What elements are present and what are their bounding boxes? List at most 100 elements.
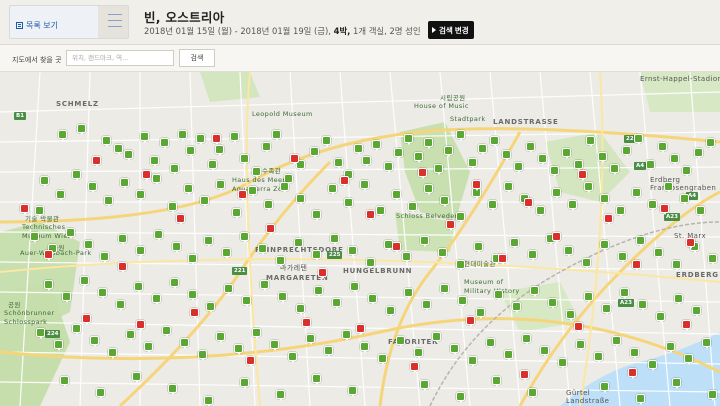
hotel-marker-green[interactable] [502, 150, 511, 161]
hotel-marker-green[interactable] [276, 256, 285, 267]
hotel-marker-green[interactable] [40, 176, 49, 187]
hotel-marker-green[interactable] [240, 232, 249, 243]
hotel-marker-green[interactable] [240, 378, 249, 389]
hotel-marker-green[interactable] [98, 288, 107, 299]
hotel-marker-green[interactable] [152, 294, 161, 305]
hotel-marker-red[interactable] [340, 176, 349, 187]
hotel-marker-green[interactable] [456, 130, 465, 141]
hotel-marker-green[interactable] [478, 144, 487, 155]
hotel-marker-green[interactable] [348, 246, 357, 257]
hotel-marker-green[interactable] [674, 294, 683, 305]
hotel-marker-green[interactable] [522, 334, 531, 345]
hotel-marker-green[interactable] [564, 246, 573, 257]
hotel-marker-green[interactable] [60, 376, 69, 387]
hotel-marker-green[interactable] [408, 202, 417, 213]
hotel-marker-red[interactable] [318, 268, 327, 279]
hotel-marker-green[interactable] [160, 138, 169, 149]
hotel-marker-green[interactable] [306, 334, 315, 345]
hotel-marker-green[interactable] [396, 336, 405, 347]
hotel-marker-green[interactable] [288, 352, 297, 363]
hotel-marker-green[interactable] [706, 138, 715, 149]
hotel-marker-green[interactable] [222, 248, 231, 259]
hotel-marker-red[interactable] [290, 154, 299, 165]
hotel-marker-green[interactable] [262, 142, 271, 153]
hotel-marker-green[interactable] [272, 130, 281, 141]
hotel-marker-red[interactable] [520, 370, 529, 381]
hotel-marker-green[interactable] [154, 230, 163, 241]
hotel-marker-red[interactable] [524, 198, 533, 209]
hotel-marker-green[interactable] [444, 146, 453, 157]
hotel-marker-green[interactable] [566, 310, 575, 321]
hotel-marker-green[interactable] [630, 348, 639, 359]
hotel-marker-green[interactable] [312, 210, 321, 221]
hotel-marker-red[interactable] [366, 210, 375, 221]
hotel-marker-green[interactable] [616, 206, 625, 217]
hotel-marker-green[interactable] [354, 144, 363, 155]
hotel-marker-green[interactable] [188, 290, 197, 301]
hotel-marker-green[interactable] [314, 286, 323, 297]
map-search-button[interactable]: 검색 [179, 49, 215, 67]
hotel-marker-green[interactable] [666, 342, 675, 353]
hotel-marker-red[interactable] [136, 320, 145, 331]
hotel-marker-red[interactable] [574, 322, 583, 333]
hotel-marker-green[interactable] [536, 206, 545, 217]
hotel-marker-green[interactable] [102, 136, 111, 147]
hotel-marker-green[interactable] [140, 132, 149, 143]
hotel-marker-green[interactable] [440, 284, 449, 295]
hotel-marker-red[interactable] [302, 318, 311, 329]
hotel-marker-green[interactable] [638, 300, 647, 311]
hotel-marker-green[interactable] [150, 156, 159, 167]
hotel-marker-green[interactable] [66, 228, 75, 239]
hotel-marker-green[interactable] [682, 166, 691, 177]
hotel-marker-green[interactable] [610, 164, 619, 175]
hotel-marker-green[interactable] [504, 182, 513, 193]
hotel-marker-red[interactable] [190, 308, 199, 319]
hotel-marker-green[interactable] [368, 294, 377, 305]
hotel-marker-green[interactable] [634, 134, 643, 145]
hotel-marker-green[interactable] [186, 146, 195, 157]
hotel-marker-green[interactable] [694, 148, 703, 159]
hotel-marker-green[interactable] [216, 180, 225, 191]
hotel-marker-green[interactable] [344, 198, 353, 209]
hotel-marker-green[interactable] [620, 288, 629, 299]
hotel-marker-green[interactable] [422, 300, 431, 311]
hotel-marker-green[interactable] [184, 184, 193, 195]
hotel-marker-green[interactable] [680, 194, 689, 205]
hotel-marker-green[interactable] [420, 236, 429, 247]
change-search-button[interactable]: 검색 변경 [428, 21, 474, 39]
hotel-marker-green[interactable] [582, 258, 591, 269]
hotel-marker-green[interactable] [332, 298, 341, 309]
hotel-marker-green[interactable] [600, 382, 609, 393]
hotel-marker-green[interactable] [386, 306, 395, 317]
hotel-marker-green[interactable] [440, 196, 449, 207]
hotel-marker-green[interactable] [434, 164, 443, 175]
hotel-marker-green[interactable] [348, 386, 357, 397]
hotel-marker-green[interactable] [215, 145, 224, 156]
hotel-marker-green[interactable] [84, 240, 93, 251]
hotel-marker-red[interactable] [660, 204, 669, 215]
hotel-marker-green[interactable] [58, 130, 67, 141]
hotel-marker-green[interactable] [636, 394, 645, 405]
hotel-marker-green[interactable] [188, 254, 197, 265]
hotel-marker-green[interactable] [540, 346, 549, 357]
hotel-marker-green[interactable] [120, 178, 129, 189]
hotel-marker-green[interactable] [260, 280, 269, 291]
hotel-marker-green[interactable] [296, 194, 305, 205]
hotel-marker-green[interactable] [584, 182, 593, 193]
hotel-marker-green[interactable] [152, 174, 161, 185]
hotel-marker-green[interactable] [618, 252, 627, 263]
hotel-marker-green[interactable] [200, 196, 209, 207]
hotel-marker-green[interactable] [362, 156, 371, 167]
hotel-marker-green[interactable] [312, 250, 321, 261]
hotel-marker-green[interactable] [404, 288, 413, 299]
hotel-marker-green[interactable] [622, 146, 631, 157]
hotel-marker-red[interactable] [92, 156, 101, 167]
hotel-marker-green[interactable] [648, 200, 657, 211]
hotel-marker-green[interactable] [108, 348, 117, 359]
hotel-marker-green[interactable] [550, 166, 559, 177]
hotel-marker-green[interactable] [62, 292, 71, 303]
hotel-marker-red[interactable] [356, 324, 365, 335]
hotel-marker-red[interactable] [410, 362, 419, 373]
hotel-marker-red[interactable] [20, 204, 29, 215]
hotel-marker-green[interactable] [420, 380, 429, 391]
